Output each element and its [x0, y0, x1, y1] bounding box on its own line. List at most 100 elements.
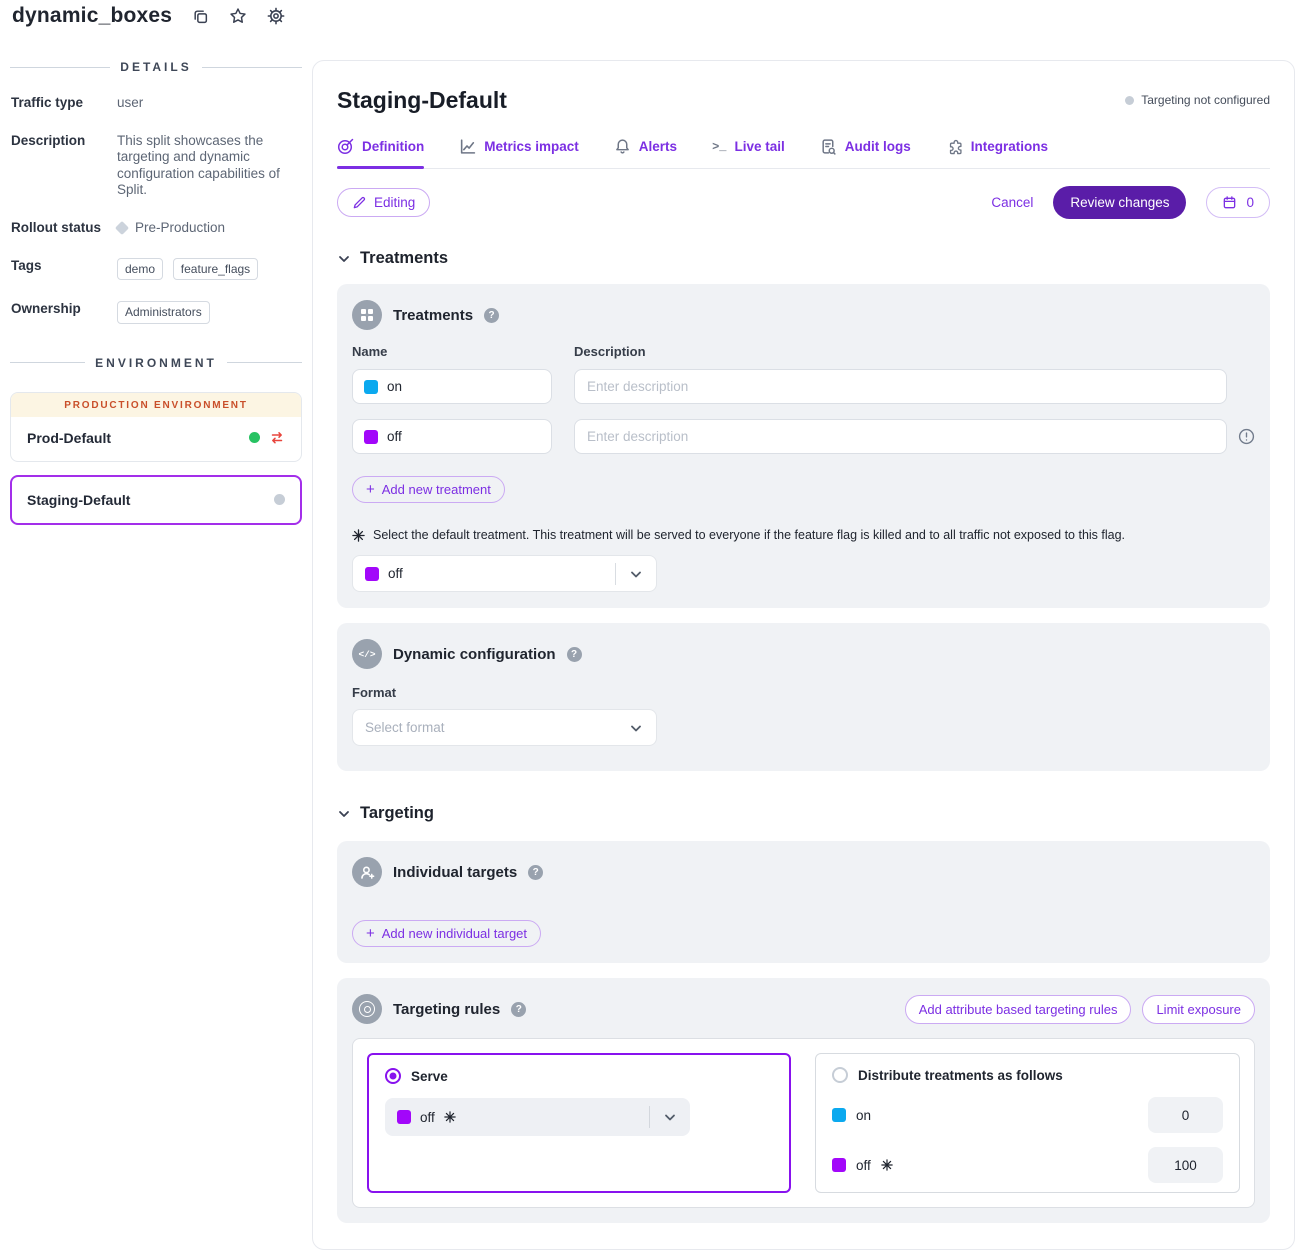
copy-icon[interactable] [192, 8, 209, 25]
individual-targets-title: Individual targets [393, 864, 517, 881]
cancel-button[interactable]: Cancel [991, 195, 1033, 210]
limit-exposure-button[interactable]: Limit exposure [1142, 995, 1255, 1024]
treatment-row-off: off [352, 419, 1255, 454]
ownership-label: Ownership [11, 301, 117, 324]
serve-label: Serve [411, 1069, 448, 1084]
description-column-header: Description [574, 344, 646, 359]
traffic-type-field: Traffic type user [10, 95, 302, 112]
bullseye-icon [352, 994, 382, 1024]
default-note-text: Select the default treatment. This treat… [373, 528, 1125, 542]
app-header: dynamic_boxes [12, 4, 285, 28]
environment-card-prod[interactable]: PRODUCTION ENVIRONMENT Prod-Default [10, 392, 302, 462]
treatment-description-input-on[interactable] [574, 369, 1227, 404]
tab-integrations[interactable]: Integrations [946, 138, 1048, 168]
tags-field: Tags demo feature_flags [10, 258, 302, 281]
add-individual-target-button[interactable]: + Add new individual target [352, 920, 541, 947]
treatment-color-swatch-on [364, 380, 378, 394]
staging-status-dot [274, 494, 285, 505]
distribute-value-off[interactable]: 100 [1148, 1147, 1223, 1183]
plus-icon: + [366, 482, 375, 497]
ownership-chip-administrators[interactable]: Administrators [117, 301, 210, 324]
tab-definition-label: Definition [362, 139, 424, 154]
treatment-name-input-off[interactable]: off [352, 419, 552, 454]
staging-environment-name: Staging-Default [27, 492, 130, 508]
tab-alerts[interactable]: Alerts [614, 138, 677, 168]
name-column-header: Name [352, 344, 574, 359]
audit-document-search-icon [820, 138, 837, 155]
tab-live-tail-label: Live tail [734, 139, 784, 154]
serve-radio[interactable] [385, 1068, 401, 1084]
editing-button-label: Editing [374, 195, 415, 210]
format-select[interactable]: Select format [352, 709, 657, 746]
serve-treatment-select[interactable]: off [385, 1098, 690, 1136]
tab-audit-logs[interactable]: Audit logs [820, 138, 911, 168]
treatments-card-title: Treatments [393, 307, 473, 324]
treatments-help-icon[interactable]: ? [484, 308, 499, 323]
environment-header-label: ENVIRONMENT [95, 356, 217, 370]
add-attribute-rules-button[interactable]: Add attribute based targeting rules [905, 995, 1132, 1024]
distribute-row-on: on 0 [832, 1097, 1223, 1133]
distribute-value-on[interactable]: 0 [1148, 1097, 1223, 1133]
treatment-name-off: off [387, 429, 402, 444]
swap-arrows-icon[interactable] [269, 430, 285, 445]
star-icon[interactable] [229, 7, 247, 25]
info-icon[interactable] [1238, 428, 1255, 445]
tab-metrics-impact-label: Metrics impact [484, 139, 579, 154]
tab-metrics-impact[interactable]: Metrics impact [459, 138, 579, 168]
treatment-name-on: on [387, 379, 402, 394]
default-asterisk-icon [352, 529, 365, 542]
targeting-rules-help-icon[interactable]: ? [511, 1002, 526, 1017]
description-field: Description This split showcases the tar… [10, 133, 302, 199]
treatment-name-input-on[interactable]: on [352, 369, 552, 404]
tag-chip-demo[interactable]: demo [117, 258, 163, 281]
tab-live-tail[interactable]: >_ Live tail [712, 138, 785, 168]
treatment-color-swatch-off [364, 430, 378, 444]
description-value: This split showcases the targeting and d… [117, 133, 293, 199]
add-individual-target-label: Add new individual target [382, 926, 527, 941]
add-new-treatment-button[interactable]: + Add new treatment [352, 476, 505, 503]
gear-icon[interactable] [267, 7, 285, 25]
distribute-option-box[interactable]: Distribute treatments as follows on 0 of… [815, 1053, 1240, 1193]
tab-bar: Definition Metrics impact Alerts >_ Live… [337, 138, 1270, 169]
tag-chip-feature-flags[interactable]: feature_flags [173, 258, 258, 281]
page-title: Staging-Default [337, 87, 507, 114]
distribute-row-off: off 100 [832, 1147, 1223, 1183]
editing-button[interactable]: Editing [337, 188, 430, 217]
plus-icon: + [366, 926, 375, 941]
environment-detail-panel: Staging-Default Targeting not configured… [312, 60, 1295, 1250]
chevron-down-icon [337, 807, 351, 821]
default-treatment-swatch [365, 567, 379, 581]
schedule-button[interactable]: 0 [1206, 187, 1270, 218]
treatments-grid-icon [352, 300, 382, 330]
sidebar: DETAILS Traffic type user Description Th… [0, 44, 312, 525]
puzzle-icon [946, 138, 963, 155]
tab-audit-logs-label: Audit logs [845, 139, 911, 154]
targeting-rule-row: Serve off [352, 1038, 1255, 1208]
ownership-field: Ownership Administrators [10, 301, 302, 324]
distribute-radio[interactable] [832, 1067, 848, 1083]
production-environment-banner: PRODUCTION ENVIRONMENT [11, 393, 301, 417]
individual-targets-help-icon[interactable]: ? [528, 865, 543, 880]
tab-definition[interactable]: Definition [337, 138, 424, 168]
default-treatment-select[interactable]: off [352, 555, 657, 592]
rollout-status-value: Pre-Production [135, 220, 225, 236]
distribute-swatch-on [832, 1108, 846, 1122]
default-asterisk-icon [881, 1159, 893, 1171]
review-changes-button[interactable]: Review changes [1053, 186, 1186, 219]
targeting-rules-title: Targeting rules [393, 1001, 500, 1018]
serve-treatment-value: off [420, 1110, 435, 1125]
dynamic-configuration-card: </> Dynamic configuration ? Format Selec… [337, 623, 1270, 771]
format-label: Format [352, 685, 396, 700]
targeting-status-badge: Targeting not configured [1125, 93, 1270, 107]
treatment-description-input-off[interactable] [574, 419, 1227, 454]
treatments-section-heading[interactable]: Treatments [337, 249, 1270, 268]
schedule-count: 0 [1246, 195, 1254, 210]
distribute-name-off: off [856, 1158, 871, 1173]
dynamic-configuration-help-icon[interactable]: ? [567, 647, 582, 662]
targeting-section-heading[interactable]: Targeting [337, 804, 1270, 823]
serve-option-box[interactable]: Serve off [367, 1053, 791, 1193]
environment-card-staging[interactable]: Staging-Default [10, 475, 302, 525]
chevron-down-icon [616, 720, 656, 736]
default-treatment-value: off [388, 566, 403, 581]
default-asterisk-icon [444, 1111, 456, 1123]
